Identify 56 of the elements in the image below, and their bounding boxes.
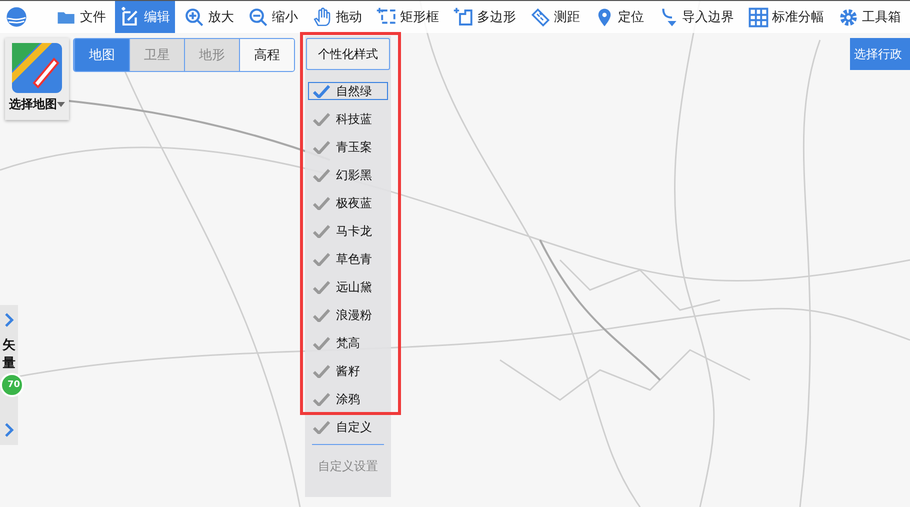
style-option[interactable]: 梵高 [308,334,388,352]
zoom-in-icon [184,6,205,28]
progress-badge: 70 [0,373,24,397]
toolbar-button[interactable]: 工具箱 [833,1,906,33]
toolbar-button[interactable]: 测距 [525,1,585,33]
check-icon [313,308,330,322]
style-option[interactable]: 马卡龙 [308,222,388,240]
chevron-right-icon[interactable] [4,313,14,327]
style-option[interactable]: 自定义 [308,418,388,436]
toolbar-button[interactable]: 文件 [51,1,111,33]
toolbar-button[interactable]: 标准分幅 [743,1,829,33]
polygon-icon [453,6,474,28]
style-option[interactable]: 极夜蓝 [308,194,388,212]
check-icon [313,420,330,434]
toolbar-button[interactable]: 缩小 [243,1,303,33]
vector-label: 矢量 [2,337,16,372]
map-type-tab[interactable]: 高程 [239,39,294,71]
settings-icon [838,6,859,28]
check-icon [313,140,330,154]
check-icon [313,392,330,406]
toolbar-button[interactable]: 拖动 [307,1,367,33]
check-icon [313,84,330,98]
toolbar-button[interactable]: 定位 [589,1,649,33]
check-icon [313,252,330,266]
map-type-tab[interactable]: 地图 [74,39,129,71]
check-icon [313,364,330,378]
check-icon [313,280,330,294]
style-option[interactable]: 远山黛 [308,278,388,296]
chevron-right-icon[interactable] [4,423,14,437]
style-option[interactable]: 自然绿 [308,82,388,100]
check-icon [313,168,330,182]
zoom-out-icon [248,6,269,28]
style-option[interactable]: 青玉案 [308,138,388,156]
check-icon [313,196,330,210]
ruler-icon [530,6,551,28]
check-icon [313,224,330,238]
style-option[interactable]: 酱籽 [308,362,388,380]
caret-icon [57,102,65,107]
grid-icon [748,6,769,28]
toolbar-button[interactable]: 矩形框 [371,1,444,33]
check-icon [313,336,330,350]
style-option[interactable]: 草色青 [308,250,388,268]
style-option[interactable]: 幻影黑 [308,166,388,184]
check-icon [313,112,330,126]
toolbar-button[interactable]: 多边形 [448,1,521,33]
map-pencil-icon [12,43,62,93]
toolbar-button[interactable]: 放大 [179,1,239,33]
toolbar-button[interactable]: 编辑 [115,1,175,33]
region-select-button[interactable]: 选择行政 [850,38,910,70]
style-option[interactable]: 浪漫粉 [308,306,388,324]
style-option[interactable]: 科技蓝 [308,110,388,128]
style-option[interactable]: 涂鸦 [308,390,388,408]
choose-map-button[interactable]: 选择地图 [9,96,65,113]
hand-icon [312,6,333,28]
toolbar-button[interactable]: 导入边界 [653,1,739,33]
custom-style-button[interactable]: 个性化样式 [306,38,390,70]
